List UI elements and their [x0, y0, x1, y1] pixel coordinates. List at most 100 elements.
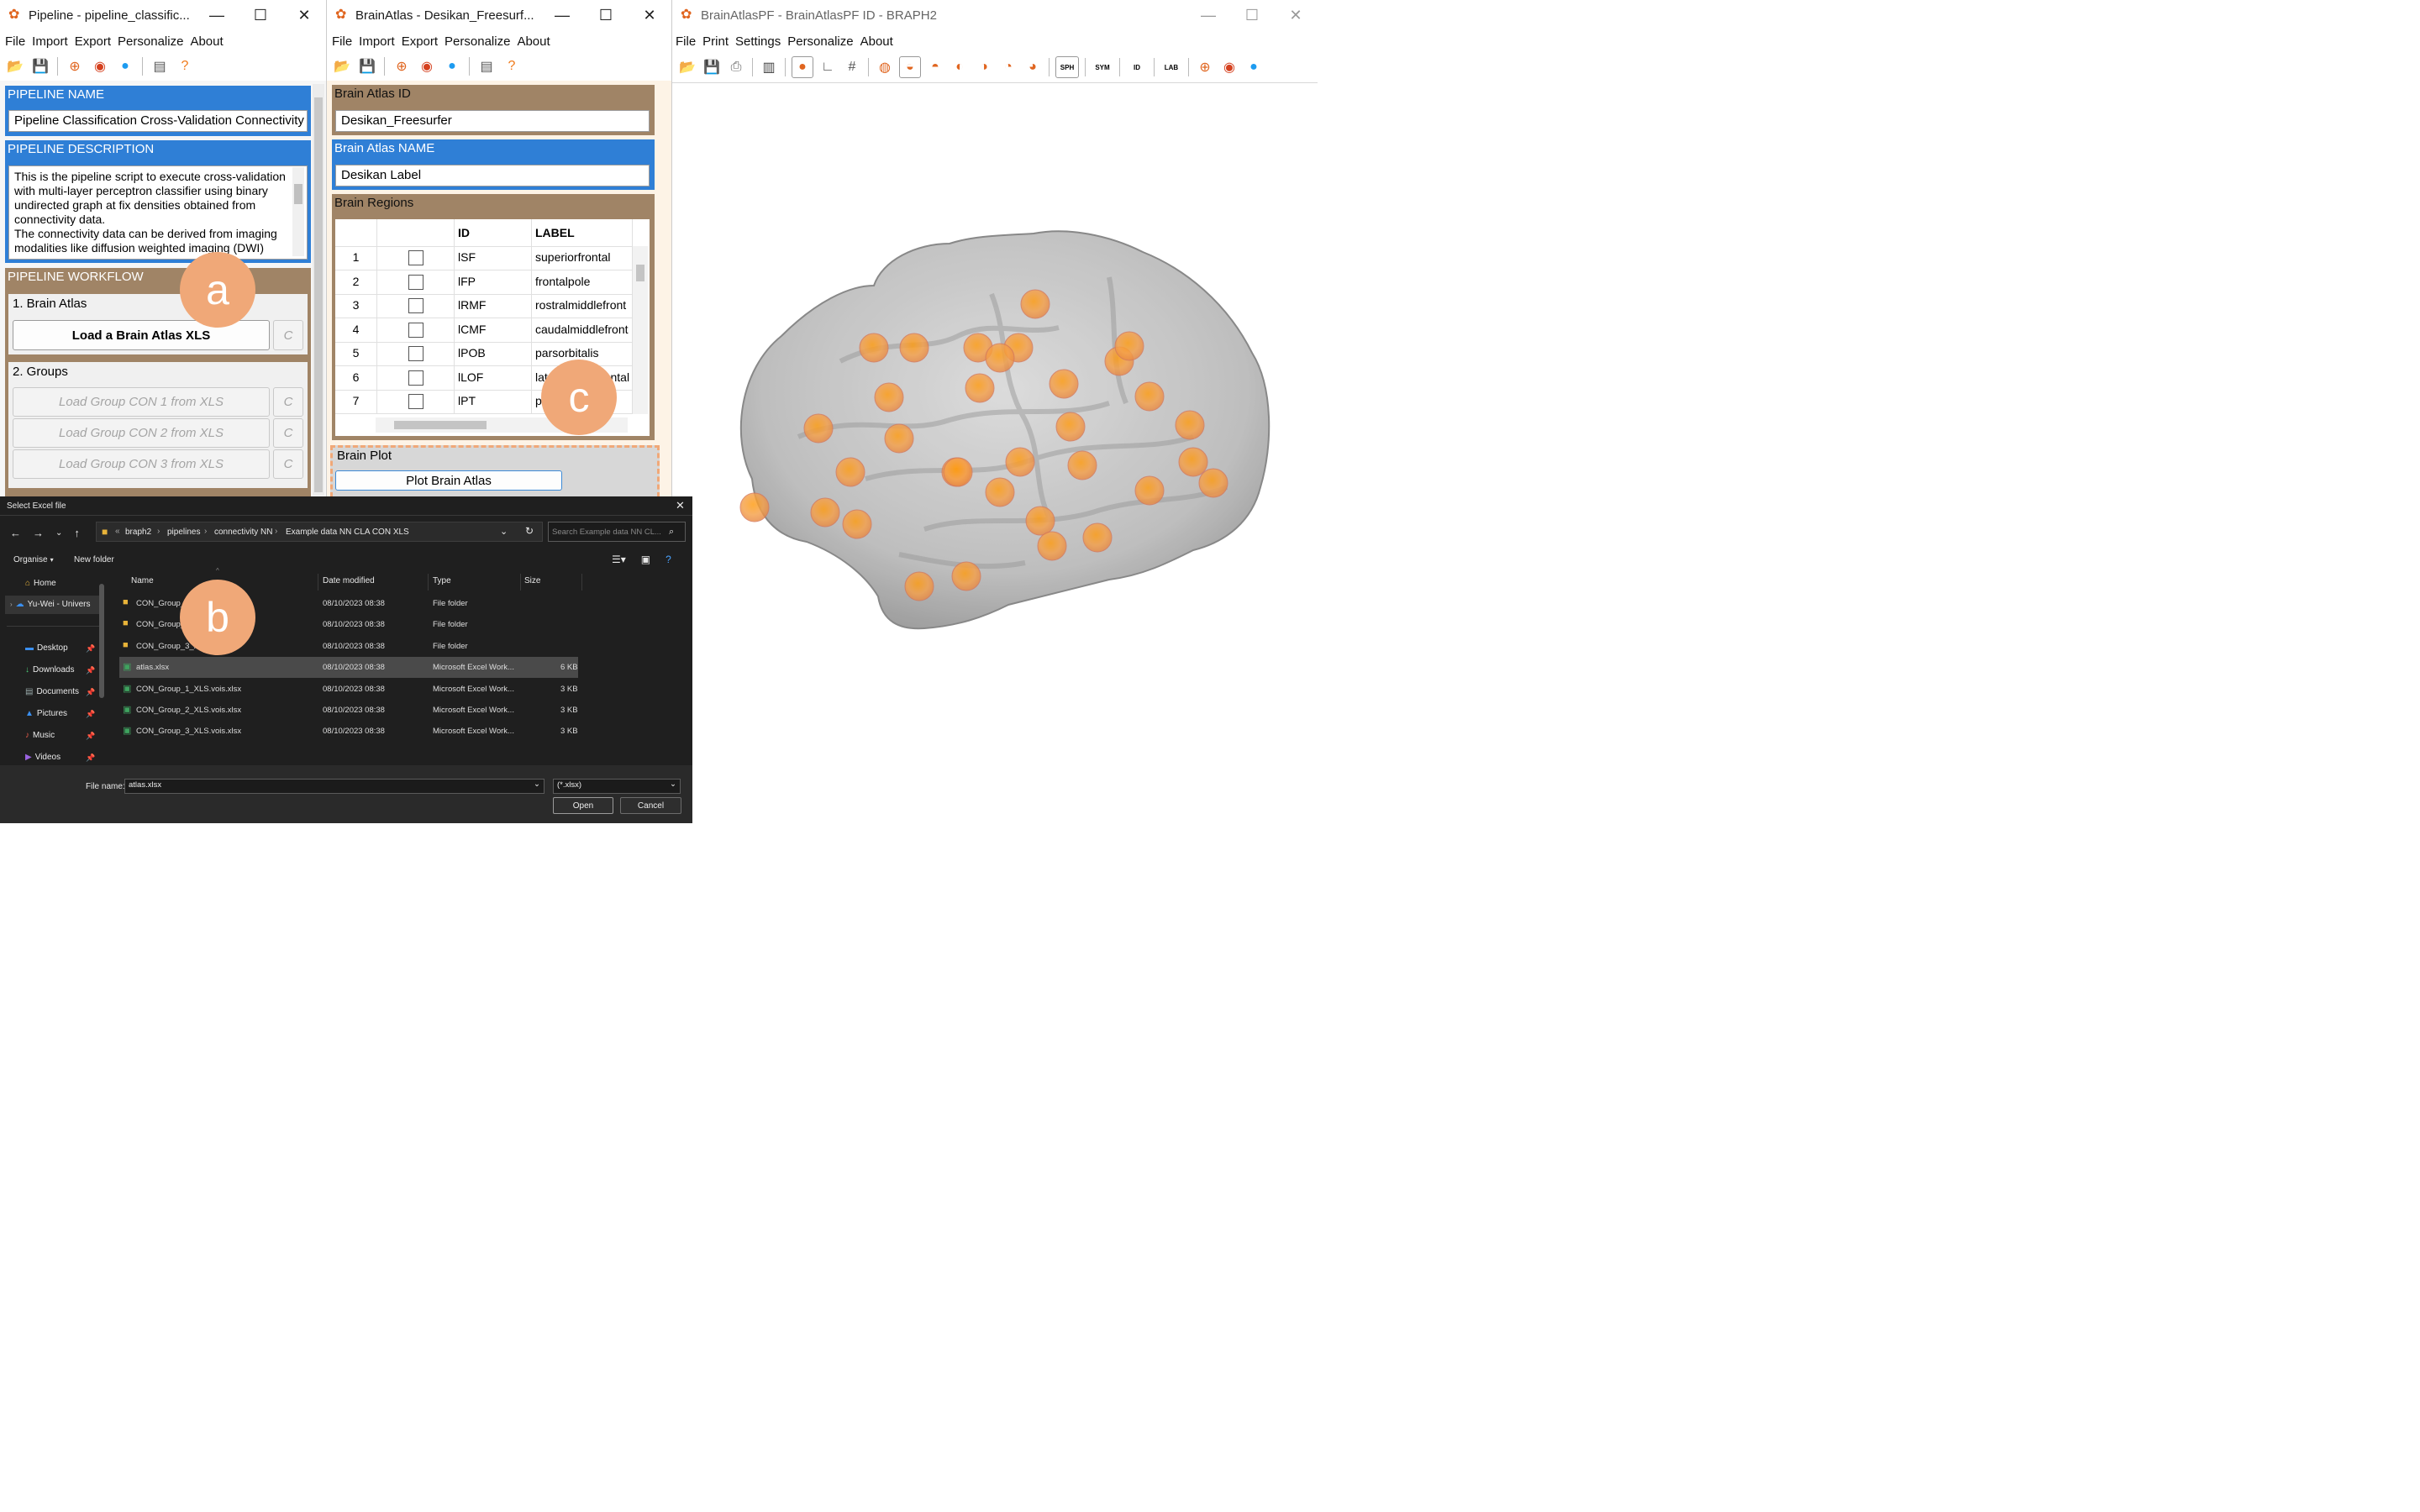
brain-region-node[interactable] [985, 477, 1015, 507]
brain-region-node[interactable] [835, 457, 865, 487]
view-axial-ventral-icon[interactable]: ◑ [974, 57, 994, 77]
menu-personalize[interactable]: Personalize [445, 34, 510, 49]
brain-region-node[interactable] [1198, 468, 1228, 498]
nav-home[interactable]: ⌂ Home [25, 579, 56, 588]
file-list-item[interactable]: ▣ CON_Group_3_XLS.vois.xlsx 08/10/2023 08:… [119, 721, 578, 742]
group-3-c-button[interactable]: C [273, 449, 303, 479]
brain-region-node[interactable] [1049, 369, 1079, 399]
menu-file[interactable]: File [5, 34, 25, 49]
sphere-toggle-button[interactable]: SPH [1055, 56, 1079, 78]
back-icon[interactable]: ← [10, 527, 21, 539]
brain-region-node[interactable] [965, 373, 995, 403]
group-2-c-button[interactable]: C [273, 418, 303, 448]
brain-toggle-icon[interactable]: ● [792, 56, 813, 78]
breadcrumb-connectivity-nn[interactable]: connectivity NN [214, 528, 272, 537]
brain-region-node[interactable] [1134, 381, 1165, 412]
file-type-select[interactable]: (*.xlsx) ⌄ [553, 779, 681, 794]
view-3d-icon[interactable]: ◍ [875, 57, 895, 77]
document-icon[interactable]: ▤ [476, 56, 497, 76]
column-type[interactable]: Type [433, 576, 451, 585]
brain-region-node[interactable] [1020, 289, 1050, 319]
help-icon[interactable]: ? [175, 56, 195, 76]
close-icon[interactable]: ✕ [1274, 7, 1318, 24]
region-label-cell[interactable]: frontalpole [532, 270, 633, 294]
row-checkbox[interactable] [408, 394, 424, 409]
row-checkbox[interactable] [408, 370, 424, 386]
atlas-name-field[interactable]: Desikan Label [335, 165, 650, 186]
close-icon[interactable]: ✕ [282, 7, 326, 24]
region-id-cell[interactable]: lPOB [455, 342, 532, 365]
file-list-item[interactable]: ▣ CON_Group_2_XLS.vois.xlsx 08/10/2023 08:… [119, 700, 578, 721]
brain-region-node[interactable] [884, 423, 914, 454]
region-id-cell[interactable]: lPT [455, 390, 532, 413]
close-icon[interactable]: ✕ [628, 7, 671, 24]
brain-region-node[interactable] [803, 413, 834, 444]
id-toggle-button[interactable]: ID [1126, 57, 1148, 77]
nav-onedrive[interactable]: › ☁ Yu-Wei - Univers [10, 600, 91, 609]
brain-region-node[interactable] [1114, 331, 1144, 361]
minimize-icon[interactable]: — [1186, 7, 1230, 24]
row-checkbox[interactable] [408, 346, 424, 361]
menu-import[interactable]: Import [32, 34, 68, 49]
menu-personalize[interactable]: Personalize [787, 34, 853, 49]
brain-surface-render[interactable] [672, 84, 1318, 823]
table-row[interactable]: 4 lCMF caudalmiddlefront [335, 318, 633, 343]
brain-region-node[interactable] [739, 492, 770, 522]
pin-icon[interactable]: 📌 [86, 732, 95, 741]
atlas-c-button[interactable]: C [273, 320, 303, 350]
brain-region-node[interactable] [985, 343, 1015, 373]
brain-region-node[interactable] [1178, 447, 1208, 477]
new-folder-button[interactable]: New folder [74, 555, 114, 564]
group-1-c-button[interactable]: C [273, 387, 303, 417]
brain-region-node[interactable] [874, 382, 904, 412]
symbol-toggle-button[interactable]: SYM [1092, 57, 1113, 77]
print-icon[interactable]: ⎙ [726, 57, 746, 77]
region-id-cell[interactable]: lFP [455, 270, 532, 294]
open-button[interactable]: Open [553, 797, 613, 814]
table-row[interactable]: 2 lFP frontalpole [335, 270, 633, 295]
chevron-down-icon[interactable]: ⌄ [55, 528, 62, 538]
menu-about[interactable]: About [517, 34, 550, 49]
pipeline-name-field[interactable]: Pipeline Classification Cross-Validation… [8, 110, 308, 132]
column-header-id[interactable]: ID [455, 219, 532, 246]
view-coronal-posterior-icon[interactable]: ◕ [1023, 57, 1043, 77]
maximize-icon[interactable]: ☐ [1230, 7, 1274, 24]
search-input[interactable]: Search Example data NN CL... [548, 522, 686, 542]
pipeline-scrollbar[interactable] [313, 84, 324, 496]
brain-region-node[interactable] [1067, 450, 1097, 480]
preview-pane-icon[interactable]: ▣ [641, 554, 650, 565]
brain-region-node[interactable] [943, 457, 973, 487]
nav-pictures[interactable]: ▲ Pictures [25, 709, 67, 718]
row-checkbox[interactable] [408, 298, 424, 313]
organise-button[interactable]: Organise ▾ [13, 555, 54, 564]
nav-music[interactable]: ♪ Music [25, 731, 55, 740]
brain-logo-icon[interactable]: ◉ [1219, 57, 1239, 77]
twitter-icon[interactable]: ● [1244, 57, 1264, 77]
region-id-cell[interactable]: lRMF [455, 294, 532, 318]
minimize-icon[interactable]: — [540, 7, 584, 24]
file-list-item[interactable]: ▣ atlas.xlsx 08/10/2023 08:38 Microsoft Exc… [119, 657, 578, 679]
column-date[interactable]: Date modified [323, 576, 375, 585]
column-size[interactable]: Size [524, 576, 540, 585]
load-group-3-button[interactable]: Load Group CON 3 from XLS [13, 449, 270, 479]
column-header-label[interactable]: LABEL [532, 219, 633, 246]
view-sagittal-left-icon[interactable]: ◒ [899, 56, 921, 78]
refresh-icon[interactable]: ↻ [525, 525, 534, 537]
maximize-icon[interactable]: ☐ [584, 7, 628, 24]
menu-export[interactable]: Export [402, 34, 438, 49]
menu-file[interactable]: File [676, 34, 696, 49]
pin-icon[interactable]: 📌 [86, 644, 95, 654]
breadcrumb-pipelines[interactable]: pipelines [167, 528, 200, 537]
region-label-cell[interactable]: rostralmiddlefront [532, 294, 633, 318]
twitter-icon[interactable]: ● [115, 56, 135, 76]
menu-export[interactable]: Export [75, 34, 111, 49]
region-label-cell[interactable]: superiorfrontal [532, 246, 633, 270]
breadcrumb-example-data[interactable]: Example data NN CLA CON XLS [286, 528, 409, 537]
close-icon[interactable]: ✕ [676, 499, 685, 512]
up-icon[interactable]: ↑ [74, 527, 80, 539]
menu-file[interactable]: File [332, 34, 352, 49]
region-label-cell[interactable]: caudalmiddlefront [532, 318, 633, 342]
document-icon[interactable]: ▤ [150, 56, 170, 76]
brain-region-node[interactable] [842, 509, 872, 539]
maximize-icon[interactable]: ☐ [239, 7, 282, 24]
